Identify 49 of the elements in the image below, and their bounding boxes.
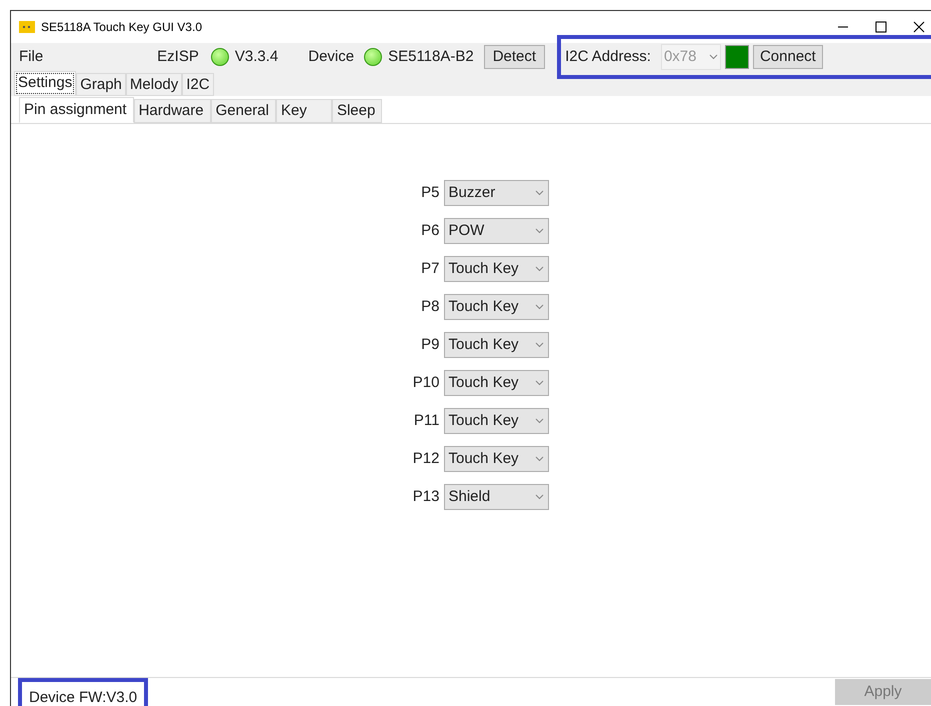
device-label: Device (308, 46, 354, 67)
chevron-down-icon (534, 304, 544, 310)
tab[interactable]: Hardware (134, 99, 211, 123)
menu-item[interactable]: File (11, 46, 52, 68)
pin-label: P5 (420, 182, 440, 203)
tab[interactable]: Sleep (332, 99, 382, 123)
detect-button[interactable]: Detect (484, 45, 546, 69)
tab[interactable]: Melody (126, 73, 182, 96)
pin-function-dropdown[interactable]: POW (444, 218, 548, 244)
chevron-down-icon (534, 266, 544, 272)
pin-function-dropdown[interactable]: Shield (444, 484, 548, 510)
tab[interactable]: Settings (14, 71, 76, 96)
app-logo-icon (19, 21, 35, 33)
chevron-down-icon (534, 342, 544, 348)
maximize-icon[interactable] (875, 21, 887, 33)
pin-label: P6 (420, 220, 440, 241)
pin-label: P8 (420, 296, 440, 317)
pin-label: P9 (420, 334, 440, 355)
tab[interactable]: General (210, 99, 276, 123)
chevron-down-icon (534, 494, 544, 500)
pin-label: P13 (412, 486, 440, 507)
ezisp-label: EzISP (157, 46, 199, 67)
chevron-down-icon (534, 418, 544, 424)
pin-function-dropdown[interactable]: Touch Key (444, 332, 548, 358)
pin-function-dropdown[interactable]: Touch Key (444, 256, 548, 282)
chevron-down-icon (534, 228, 544, 234)
pin-label: P12 (412, 448, 440, 469)
pin-label: P10 (412, 372, 440, 393)
window-title: SE5118A Touch Key GUI V3.0 (41, 19, 202, 36)
chevron-down-icon (708, 54, 718, 60)
chevron-down-icon (534, 380, 544, 386)
i2c-address-label: I2C Address: (565, 46, 651, 67)
pin-label: P11 (412, 410, 440, 431)
chevron-down-icon (534, 456, 544, 462)
pin-function-dropdown[interactable]: Touch Key (444, 294, 548, 320)
pin-function-dropdown[interactable]: Touch Key (444, 408, 548, 434)
ezisp-version: V3.3.4 (234, 46, 278, 67)
chevron-down-icon (534, 190, 544, 196)
pin-label: P7 (420, 258, 440, 279)
tab[interactable]: Pin assignment (19, 97, 134, 123)
pin-function-dropdown[interactable]: Buzzer (444, 180, 548, 206)
tab[interactable]: I2C (182, 73, 214, 96)
pin-function-dropdown[interactable]: Touch Key (444, 370, 548, 396)
firmware-version: Device FW:V3.0 (29, 688, 138, 706)
device-name: SE5118A-B2 (388, 46, 474, 67)
close-icon[interactable] (913, 21, 925, 33)
pin-function-dropdown[interactable]: Touch Key (444, 446, 548, 472)
tab[interactable]: Key (276, 99, 332, 123)
tab[interactable]: Graph (76, 73, 126, 96)
